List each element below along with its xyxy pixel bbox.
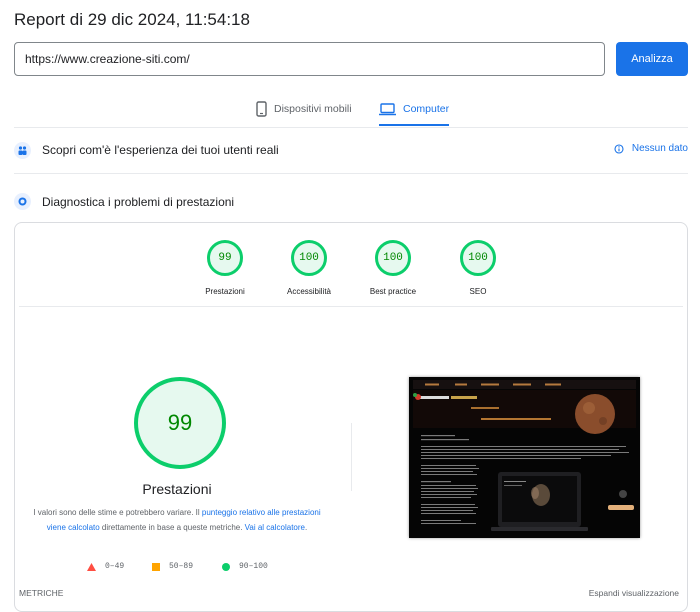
no-data-label: Nessun dato: [631, 143, 688, 154]
gauge-label: Accessibilità: [286, 287, 331, 296]
report-title: Report di 29 dic 2024, 11:54:18: [14, 10, 250, 29]
gauge-best-practices[interactable]: 100 Best practice: [345, 240, 441, 296]
circle-icon: [222, 562, 230, 571]
tab-active-indicator: [379, 124, 450, 126]
divider: [14, 173, 688, 174]
gauge-score: 100: [375, 240, 411, 276]
legend-fail: 0–49: [87, 562, 124, 571]
smartphone-icon: [256, 101, 267, 117]
gauge-icon: [14, 193, 31, 210]
tab-mobile[interactable]: Dispositivi mobili: [256, 96, 352, 122]
info-icon: [614, 143, 624, 154]
triangle-icon: [87, 562, 96, 571]
gauge-score: 99: [207, 240, 243, 276]
analyze-button[interactable]: Analizza: [616, 42, 688, 76]
diagnostics-title: Diagnostica i problemi di prestazioni: [42, 195, 235, 209]
gauge-accessibility[interactable]: 100 Accessibilità: [261, 240, 357, 296]
gauge-score: 100: [291, 240, 327, 276]
calculator-link[interactable]: Vai al calcolatore: [245, 523, 305, 532]
tab-computer-label: Computer: [403, 103, 450, 115]
laptop-icon: [379, 102, 396, 115]
gauge-seo[interactable]: 100 SEO: [430, 240, 526, 296]
tab-mobile-label: Dispositivi mobili: [274, 103, 352, 115]
divider: [14, 127, 688, 128]
square-icon: [152, 562, 160, 571]
field-data-title: Scopri com'è l'esperienza dei tuoi utent…: [42, 143, 279, 157]
gauge-label: Prestazioni: [205, 287, 245, 296]
gauge-label: SEO: [469, 287, 487, 296]
divider: [351, 423, 352, 491]
performance-description: I valori sono delle stime e potrebbero v…: [33, 508, 321, 532]
performance-label: Prestazioni: [142, 481, 212, 497]
page-screenshot: [409, 377, 640, 538]
divider: [19, 306, 683, 307]
url-input[interactable]: [14, 42, 605, 76]
gauge-performance[interactable]: 99 Prestazioni: [177, 240, 273, 296]
no-data-link[interactable]: Nessun dato: [614, 143, 688, 154]
performance-score-gauge: 99: [134, 377, 226, 469]
tab-computer[interactable]: Computer: [379, 96, 450, 126]
legend-pass: 90–100: [222, 562, 268, 571]
gauge-score: 100: [460, 240, 496, 276]
users-icon: [14, 142, 31, 159]
legend-average: 50–89: [152, 562, 193, 571]
gauge-label: Best practice: [369, 287, 417, 296]
